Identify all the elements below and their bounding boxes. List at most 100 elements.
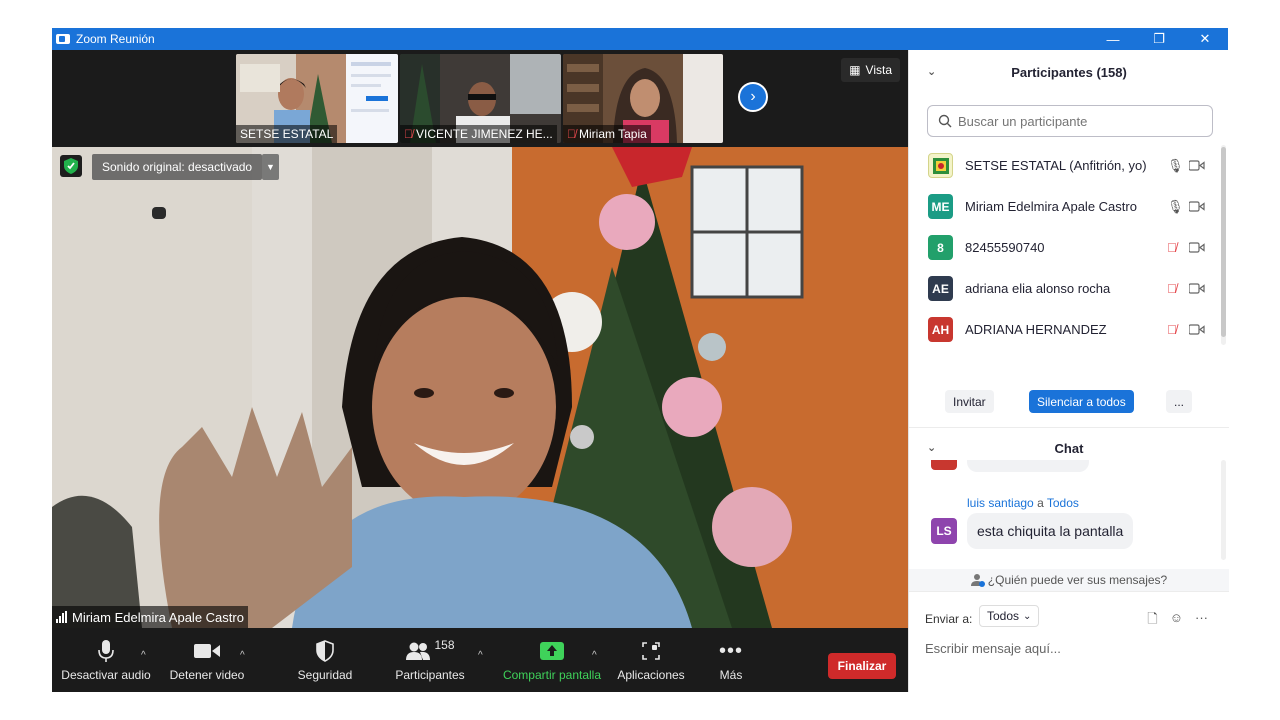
search-icon <box>938 114 952 128</box>
title-bar: Zoom Reunión — ❐ ✕ <box>52 28 1228 50</box>
more-dots-icon: ••• <box>718 639 743 662</box>
camera-icon[interactable] <box>1189 242 1205 253</box>
audio-options-caret[interactable]: ^ <box>141 650 146 661</box>
window-title: Zoom Reunión <box>76 32 155 46</box>
participant-row[interactable]: AH ADRIANA HERNANDEZ 🎙̸ <box>909 309 1219 350</box>
mic-muted-icon: 🎙̸ <box>567 127 576 141</box>
apps-icon <box>642 642 660 660</box>
participant-row[interactable]: 8 82455590740 🎙̸ <box>909 227 1219 268</box>
invite-button[interactable]: Invitar <box>945 390 994 413</box>
participants-icon <box>406 642 431 660</box>
shield-icon <box>316 640 334 662</box>
thumbnail-label: 🎙̸ Miriam Tapia <box>563 125 651 143</box>
participants-panel-header: ⌄ Participantes (158) <box>927 64 1127 80</box>
participant-row[interactable]: SETSE ESTATAL (Anfitrión, yo) 🎙 <box>909 145 1219 186</box>
grid-icon: ▦ <box>849 63 861 77</box>
chevron-right-icon: › <box>750 88 756 105</box>
view-button[interactable]: ▦ Vista <box>841 58 900 82</box>
close-button[interactable]: ✕ <box>1182 31 1228 47</box>
emoji-icon[interactable]: ☺ <box>1170 610 1183 632</box>
active-speaker-video[interactable]: Sonido original: desactivado ▼ Miriam Ed… <box>52 147 908 628</box>
chevron-down-icon: ▼ <box>266 162 275 172</box>
apps-button[interactable]: Aplicaciones <box>614 638 688 688</box>
chat-bubble-previous <box>967 460 1089 472</box>
video-options-caret[interactable]: ^ <box>240 650 245 661</box>
chat-avatar-previous <box>931 460 957 470</box>
next-page-button[interactable]: › <box>738 82 768 112</box>
collapse-participants-chevron-icon[interactable]: ⌄ <box>927 65 936 78</box>
minimize-button[interactable]: — <box>1090 32 1136 47</box>
participants-button[interactable]: 158 Participantes <box>392 638 468 688</box>
who-can-see-messages-link[interactable]: ¿Quién puede ver sus mensajes? <box>909 569 1229 591</box>
chat-input-divider <box>909 591 1229 592</box>
chevron-down-icon: ⌄ <box>1023 610 1032 622</box>
signal-strength-icon <box>56 611 67 623</box>
thumbnail-vicente-jimenez[interactable]: 🎙̸ VICENTE JIMENEZ HE... <box>400 54 561 143</box>
mute-all-button[interactable]: Silenciar a todos <box>1029 390 1134 413</box>
camera-icon[interactable] <box>1189 160 1205 171</box>
send-to-dropdown[interactable]: Todos ⌄ <box>979 605 1040 627</box>
participant-avatar: 8 <box>928 235 953 260</box>
participants-options-caret[interactable]: ^ <box>478 650 483 661</box>
send-to-label: Enviar a: <box>925 612 973 626</box>
chat-sender: luis santiago a Todos <box>967 496 1079 510</box>
participant-avatar: AH <box>928 317 953 342</box>
file-icon[interactable]: 🗋 <box>1147 610 1157 632</box>
video-camera-icon <box>194 644 220 658</box>
thumbnail-label: 🎙̸ VICENTE JIMENEZ HE... <box>400 125 557 143</box>
camera-icon[interactable] <box>1189 201 1205 212</box>
thumbnail-setse-estatal[interactable]: SETSE ESTATAL <box>236 54 398 143</box>
encryption-shield-icon[interactable] <box>60 155 82 177</box>
mic-muted-icon[interactable]: 🎙̸ <box>1167 281 1177 296</box>
chat-message-input[interactable] <box>925 635 1215 661</box>
original-sound-caret[interactable]: ▼ <box>262 154 279 180</box>
chat-bubble: esta chiquita la pantalla <box>967 513 1134 549</box>
restore-button[interactable]: ❐ <box>1136 31 1182 47</box>
more-dots-icon[interactable]: ··· <box>1195 610 1208 632</box>
participant-search-input[interactable] <box>958 113 1198 129</box>
microphone-icon <box>98 640 114 662</box>
participants-scrollbar[interactable] <box>1221 147 1226 337</box>
share-screen-button[interactable]: Compartir pantalla <box>500 638 604 688</box>
mic-icon[interactable]: 🎙 <box>1167 158 1184 174</box>
thumbnail-label: SETSE ESTATAL <box>236 125 338 143</box>
camera-icon[interactable] <box>1189 324 1205 335</box>
thumbnail-strip: SETSE ESTATAL 🎙̸ VICENTE JIMENEZ HE... 🎙… <box>52 50 908 147</box>
participant-row[interactable]: ME Miriam Edelmira Apale Castro 🎙 <box>909 186 1219 227</box>
collapse-chat-chevron-icon[interactable]: ⌄ <box>927 441 936 454</box>
meeting-toolbar: Desactivar audio ^ Detener video ^ Segur… <box>52 628 908 692</box>
chat-avatar: LS <box>931 518 957 544</box>
speaker-name-label: Miriam Edelmira Apale Castro <box>52 606 248 628</box>
participants-list: SETSE ESTATAL (Anfitrión, yo) 🎙 ME Miria… <box>909 145 1229 350</box>
person-info-icon <box>970 574 985 587</box>
original-sound-toggle[interactable]: Sonido original: desactivado <box>92 154 263 180</box>
participant-avatar: ME <box>928 194 953 219</box>
share-options-caret[interactable]: ^ <box>592 650 597 661</box>
participant-search[interactable] <box>927 105 1213 137</box>
security-button[interactable]: Seguridad <box>290 638 360 688</box>
thumbnail-miriam-tapia[interactable]: 🎙̸ Miriam Tapia <box>563 54 723 143</box>
more-button[interactable]: ••• Más <box>708 638 754 688</box>
share-screen-icon <box>540 642 564 660</box>
video-area: SETSE ESTATAL 🎙̸ VICENTE JIMENEZ HE... 🎙… <box>52 50 908 628</box>
participants-count: 158 <box>434 638 455 652</box>
zoom-logo-icon <box>56 34 70 44</box>
participant-avatar: AE <box>928 276 953 301</box>
host-logo-avatar <box>928 153 953 178</box>
chat-scroll-track[interactable] <box>1221 460 1226 560</box>
mic-muted-icon[interactable]: 🎙̸ <box>1167 240 1177 255</box>
speaker-video-frame <box>52 147 908 628</box>
stop-video-button[interactable]: Detener video <box>166 638 248 688</box>
participant-row[interactable]: AE adriana elia alonso rocha 🎙̸ <box>909 268 1219 309</box>
mic-muted-icon[interactable]: 🎙̸ <box>1167 322 1177 337</box>
chat-messages: luis santiago a Todos LS esta chiquita l… <box>909 460 1229 568</box>
zoom-window: Zoom Reunión — ❐ ✕ SETSE ESTATAL 🎙̸ VICE… <box>52 28 1229 692</box>
mic-icon[interactable]: 🎙 <box>1167 199 1184 215</box>
participants-more-button[interactable]: ... <box>1166 390 1193 413</box>
mute-audio-button[interactable]: Desactivar audio <box>60 638 152 688</box>
end-meeting-button[interactable]: Finalizar <box>828 653 896 679</box>
mic-muted-icon: 🎙̸ <box>404 127 413 141</box>
camera-icon[interactable] <box>1189 283 1205 294</box>
side-panel: ⌄ Participantes (158) SETSE ESTATAL (Anf… <box>908 50 1229 692</box>
chat-tools: 🗋 ☺ ··· <box>1147 610 1208 632</box>
